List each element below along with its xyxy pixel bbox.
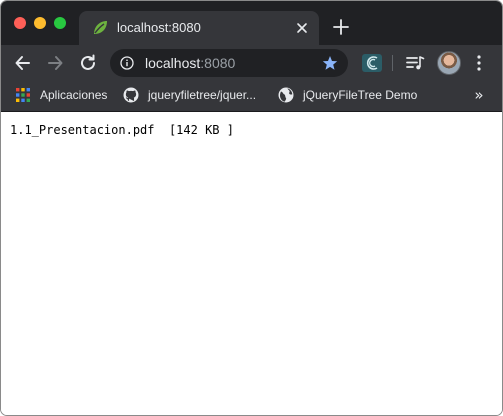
bookmark-star-icon[interactable] [322,55,338,71]
tab-active[interactable]: localhost:8080 [79,11,319,45]
file-entry: 1.1_Presentacion.pdf [142 KB ] [10,123,234,137]
extension-icon[interactable] [361,53,383,73]
github-icon [123,87,139,103]
bookmark-label: jqueryfiletree/jquer... [148,88,257,102]
address-bar[interactable]: localhost:8080 [110,49,348,77]
window-maximize-button[interactable] [54,17,66,29]
tab-strip: localhost:8080 [1,1,502,45]
forward-arrow-icon[interactable] [45,53,65,73]
spring-leaf-icon [94,21,107,34]
media-queue-icon[interactable] [405,54,425,72]
toolbar-divider [392,55,393,71]
tab-close-icon[interactable] [293,19,311,37]
new-tab-icon[interactable] [332,18,350,36]
file-size: [142 KB ] [168,123,234,137]
url-host: localhost [145,55,201,71]
back-arrow-icon[interactable] [13,53,33,73]
info-icon[interactable] [120,56,134,70]
toolbar: localhost:8080 [1,45,502,81]
menu-kebab-icon[interactable] [476,54,482,72]
window-minimize-button[interactable] [34,17,46,29]
bookmark-label: jQueryFileTree Demo [303,88,418,102]
reload-icon[interactable] [78,53,98,73]
url-text[interactable]: localhost:8080 [145,55,235,71]
url-port: :8080 [200,55,236,71]
bookmark-label: Aplicaciones [40,88,108,102]
tab-title: localhost:8080 [117,20,201,35]
bookmarks-bar: Aplicaciones jqueryfiletree/jquer... jQu… [1,81,502,112]
profile-avatar[interactable] [437,51,461,75]
globe-icon [278,87,294,103]
bookmarks-overflow-icon[interactable]: » [471,86,487,104]
browser-window: localhost:8080 localhost:8080 Aplicacion… [0,0,503,416]
window-close-button[interactable] [14,17,26,29]
file-name: 1.1_Presentacion.pdf [10,123,155,137]
page-content: 1.1_Presentacion.pdf [142 KB ] [1,112,502,415]
apps-grid-icon [16,88,30,102]
